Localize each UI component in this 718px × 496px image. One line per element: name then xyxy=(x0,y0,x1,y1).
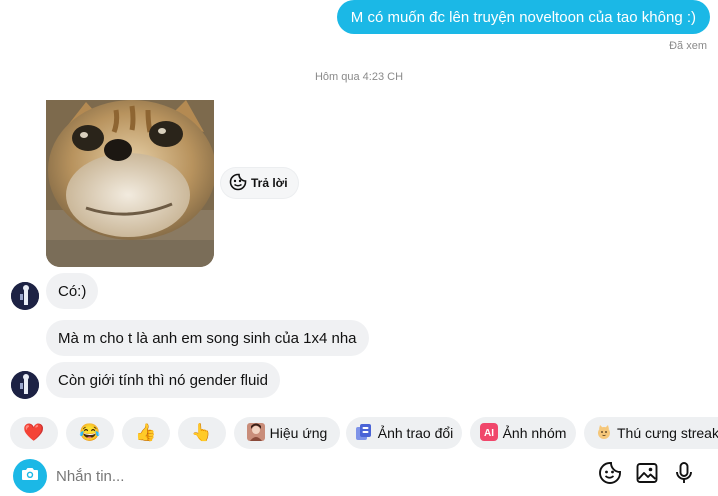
effects-chip-label: Hiệu ứng xyxy=(269,425,328,441)
avatar[interactable] xyxy=(11,371,39,399)
pet-icon xyxy=(596,424,612,443)
incoming-message[interactable]: Mà m cho t là anh em song sinh của 1x4 n… xyxy=(46,320,369,356)
message-input[interactable] xyxy=(56,462,556,490)
heart-icon: ❤️ xyxy=(23,423,45,442)
outgoing-message-text: M có muốn đc lên truyện noveltoon của ta… xyxy=(350,8,696,26)
incoming-message-text: Mà m cho t là anh em song sinh của 1x4 n… xyxy=(58,329,357,347)
image-icon xyxy=(635,461,659,490)
pet-streak-chip[interactable]: Thú cưng streak xyxy=(584,417,718,449)
photo-exchange-chip-label: Ảnh trao đổi xyxy=(377,425,454,441)
pointing-up-icon: 👆 xyxy=(191,423,213,442)
avatar[interactable] xyxy=(11,282,39,310)
voice-message-button[interactable] xyxy=(671,461,697,490)
incoming-message-text: Còn giới tính thì nó gender fluid xyxy=(58,371,268,389)
pet-streak-chip-label: Thú cưng streak xyxy=(617,425,718,441)
sticker-reply-icon xyxy=(229,173,247,194)
sticker-icon xyxy=(598,461,622,490)
reply-label: Trả lời xyxy=(251,176,288,190)
effects-chip[interactable]: Hiệu ứng xyxy=(234,417,340,449)
ai-icon: AI xyxy=(479,422,498,444)
photo-exchange-chip[interactable]: Ảnh trao đổi xyxy=(346,417,462,449)
outgoing-message[interactable]: M có muốn đc lên truyện noveltoon của ta… xyxy=(336,0,710,34)
group-photo-chip-label: Ảnh nhóm xyxy=(502,425,567,441)
gallery-button[interactable] xyxy=(634,462,660,488)
timestamp-divider: Hôm qua 4:23 CH xyxy=(314,71,404,83)
seen-status: Đã xem xyxy=(669,40,707,52)
incoming-message[interactable]: Còn giới tính thì nó gender fluid xyxy=(46,362,280,398)
camera-button[interactable] xyxy=(13,459,47,493)
reaction-laugh-button[interactable]: 😂 xyxy=(66,417,114,449)
reaction-point-up-button[interactable]: 👆 xyxy=(178,417,226,449)
laughing-face-icon: 😂 xyxy=(79,423,101,442)
group-photo-chip[interactable]: AI Ảnh nhóm xyxy=(470,417,576,449)
incoming-message[interactable]: Có:) xyxy=(46,273,99,309)
cat-sticker-image[interactable] xyxy=(46,100,214,267)
effects-thumbnail-icon xyxy=(246,422,265,444)
photo-exchange-icon xyxy=(355,423,373,444)
microphone-icon xyxy=(672,461,696,490)
thumbs-up-icon: 👍 xyxy=(135,423,157,442)
reaction-thumbs-up-button[interactable]: 👍 xyxy=(122,417,170,449)
reaction-heart-button[interactable]: ❤️ xyxy=(10,417,58,449)
incoming-message-text: Có:) xyxy=(58,282,87,300)
camera-icon xyxy=(20,464,40,489)
svg-text:AI: AI xyxy=(484,428,494,439)
sticker-button[interactable] xyxy=(597,461,623,490)
reply-button[interactable]: Trả lời xyxy=(221,168,298,198)
